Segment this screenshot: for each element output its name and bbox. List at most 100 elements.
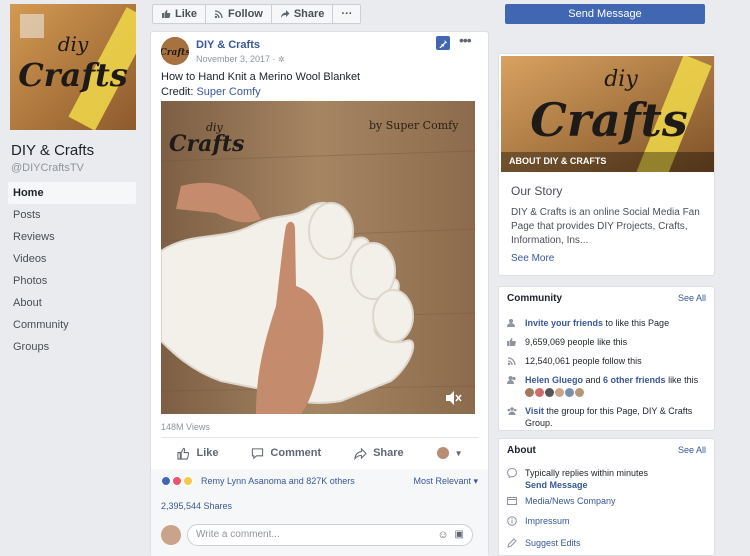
nav-item-photos[interactable]: Photos	[8, 270, 136, 292]
response-time-text: Typically replies within minutes Send Mes…	[525, 468, 649, 490]
post-video[interactable]: diy Crafts by Super Comfy	[161, 101, 475, 414]
comment-sort-dropdown[interactable]: Most Relevant ▾	[413, 476, 478, 487]
page-likes-count: 9,659,069 people like this	[525, 337, 628, 347]
post-like-button[interactable]: Like	[177, 447, 218, 460]
group-icon	[507, 407, 517, 415]
share-arrow-icon	[354, 447, 367, 460]
video-watermark: by Super Comfy	[369, 119, 459, 132]
credit-link[interactable]: Super Comfy	[196, 86, 260, 98]
info-icon	[507, 516, 517, 526]
pinned-post-icon[interactable]	[436, 36, 450, 50]
response-time-row: Typically replies within minutes Send Mes…	[507, 467, 707, 491]
friends-like-text: Helen Gluego and 6 other friends like th…	[525, 374, 698, 398]
post-message: How to Hand Knit a Merino Wool Blanket C…	[161, 70, 360, 100]
messenger-icon	[507, 468, 517, 478]
thumbs-up-icon	[177, 447, 190, 460]
comment-composer: Write a comment... ☺ ▣	[161, 524, 473, 546]
follow-page-button[interactable]: Follow	[206, 5, 272, 23]
page-action-bar: Like Follow Share ···	[152, 4, 362, 24]
about-see-all-link[interactable]: See All	[678, 445, 706, 455]
our-story-text: DIY & Crafts is an online Social Media F…	[511, 207, 700, 246]
suggest-edits-row: Suggest Edits	[507, 537, 707, 549]
follow-page-label: Follow	[228, 8, 263, 20]
post-date[interactable]: November 3, 2017 · ✲	[196, 54, 285, 64]
community-see-all-link[interactable]: See All	[678, 293, 706, 303]
avatar	[161, 525, 181, 545]
visit-group-link[interactable]: Visit	[525, 406, 544, 416]
page-nav: Home Posts Reviews Videos Photos About C…	[8, 182, 136, 358]
right-column: Send Message diy Crafts ABOUT DIY & CRAF…	[498, 0, 750, 556]
post-options-icon[interactable]: •••	[459, 32, 472, 48]
globe-icon: ✲	[278, 55, 285, 64]
wow-reaction-icon	[183, 476, 193, 486]
video-frame: diy Crafts by Super Comfy	[161, 101, 475, 414]
about-cover-label: ABOUT DIY & CRAFTS	[509, 156, 607, 166]
crafts-logo: diy Crafts	[10, 4, 136, 130]
visit-group-text: Visit the group for this Page, DIY & Cra…	[525, 406, 693, 428]
thumbs-up-icon	[507, 338, 516, 346]
comment-placeholder: Write a comment...	[196, 529, 280, 540]
friends-icon	[507, 376, 516, 384]
video-logo-main: Crafts	[169, 131, 244, 157]
credit-label: Credit:	[161, 86, 197, 98]
post-share-label: Share	[373, 447, 404, 459]
post-comment-label: Comment	[270, 447, 322, 459]
community-heading: Community	[507, 293, 562, 304]
suggest-edits-link[interactable]: Suggest Edits	[525, 537, 581, 549]
impressum-link[interactable]: Impressum	[525, 515, 570, 527]
svg-text:Crafts: Crafts	[530, 93, 688, 147]
emoji-icon[interactable]: ☺	[437, 529, 448, 541]
post-comment-button[interactable]: Comment	[251, 447, 321, 460]
post-title: How to Hand Knit a Merino Wool Blanket	[161, 71, 361, 83]
rss-icon	[214, 10, 223, 19]
post-author-avatar[interactable]: Crafts	[161, 37, 189, 65]
comment-input[interactable]: Write a comment... ☺ ▣	[187, 524, 473, 546]
nav-item-groups[interactable]: Groups	[8, 336, 136, 358]
page-likes-row: 9,659,069 people like this	[507, 336, 707, 348]
nav-item-reviews[interactable]: Reviews	[8, 226, 136, 248]
pin-icon	[438, 39, 447, 48]
post-as-selector[interactable]: ▼	[436, 447, 463, 459]
svg-text:diy: diy	[604, 67, 638, 92]
browser-icon	[507, 497, 517, 505]
nav-item-posts[interactable]: Posts	[8, 204, 136, 226]
crafts-logo-small: Crafts	[161, 37, 189, 65]
page-profile-picture[interactable]: diy Crafts	[10, 4, 136, 130]
more-options-button[interactable]: ···	[333, 5, 360, 23]
send-message-button[interactable]: Send Message	[505, 4, 705, 24]
like-reaction-icon	[161, 476, 171, 486]
page-name[interactable]: DIY & Crafts	[11, 142, 94, 159]
reaction-summary[interactable]: Remy Lynn Asanoma and 827K others	[161, 476, 355, 486]
nav-item-about[interactable]: About	[8, 292, 136, 314]
divider	[161, 437, 479, 438]
add-friends-icon	[507, 319, 515, 327]
invite-friends-link[interactable]: Invite your friends	[525, 318, 603, 328]
sticker-icon[interactable]: ▣	[455, 529, 464, 541]
friend-name-link[interactable]: Helen Gluego	[525, 375, 583, 385]
see-more-link[interactable]: See More	[511, 253, 554, 264]
share-page-label: Share	[293, 8, 325, 20]
friends-like-row: Helen Gluego and 6 other friends like th…	[507, 374, 707, 398]
logo-text-top: diy	[58, 32, 89, 56]
main-column: Like Follow Share ··· Crafts DIY & Craft…	[143, 0, 498, 556]
share-page-button[interactable]: Share	[272, 5, 334, 23]
category-link[interactable]: Media/News Company	[525, 495, 616, 507]
impressum-row: Impressum	[507, 515, 707, 527]
comment-tools: ☺ ▣	[437, 529, 464, 541]
nav-item-home[interactable]: Home	[8, 182, 136, 204]
page-follows-row: 12,540,061 people follow this	[507, 355, 707, 367]
category-row: Media/News Company	[507, 495, 707, 507]
share-count[interactable]: 2,395,544 Shares	[161, 501, 232, 511]
like-page-button[interactable]: Like	[153, 5, 207, 23]
visit-group-row: Visit the group for this Page, DIY & Cra…	[507, 405, 707, 429]
post-credit: Credit: Super Comfy	[161, 85, 360, 100]
about-cover-image[interactable]: diy Crafts ABOUT DIY & CRAFTS	[501, 56, 714, 172]
about-send-message-link[interactable]: Send Message	[525, 480, 588, 490]
nav-item-community[interactable]: Community	[8, 314, 136, 336]
post-author-name[interactable]: DIY & Crafts	[196, 39, 260, 51]
nav-item-videos[interactable]: Videos	[8, 248, 136, 270]
other-friends-link[interactable]: 6 other friends	[603, 375, 666, 385]
post-share-button[interactable]: Share	[354, 447, 404, 460]
comment-icon	[252, 447, 264, 459]
post-actions: Like Comment Share ▼	[161, 442, 479, 464]
